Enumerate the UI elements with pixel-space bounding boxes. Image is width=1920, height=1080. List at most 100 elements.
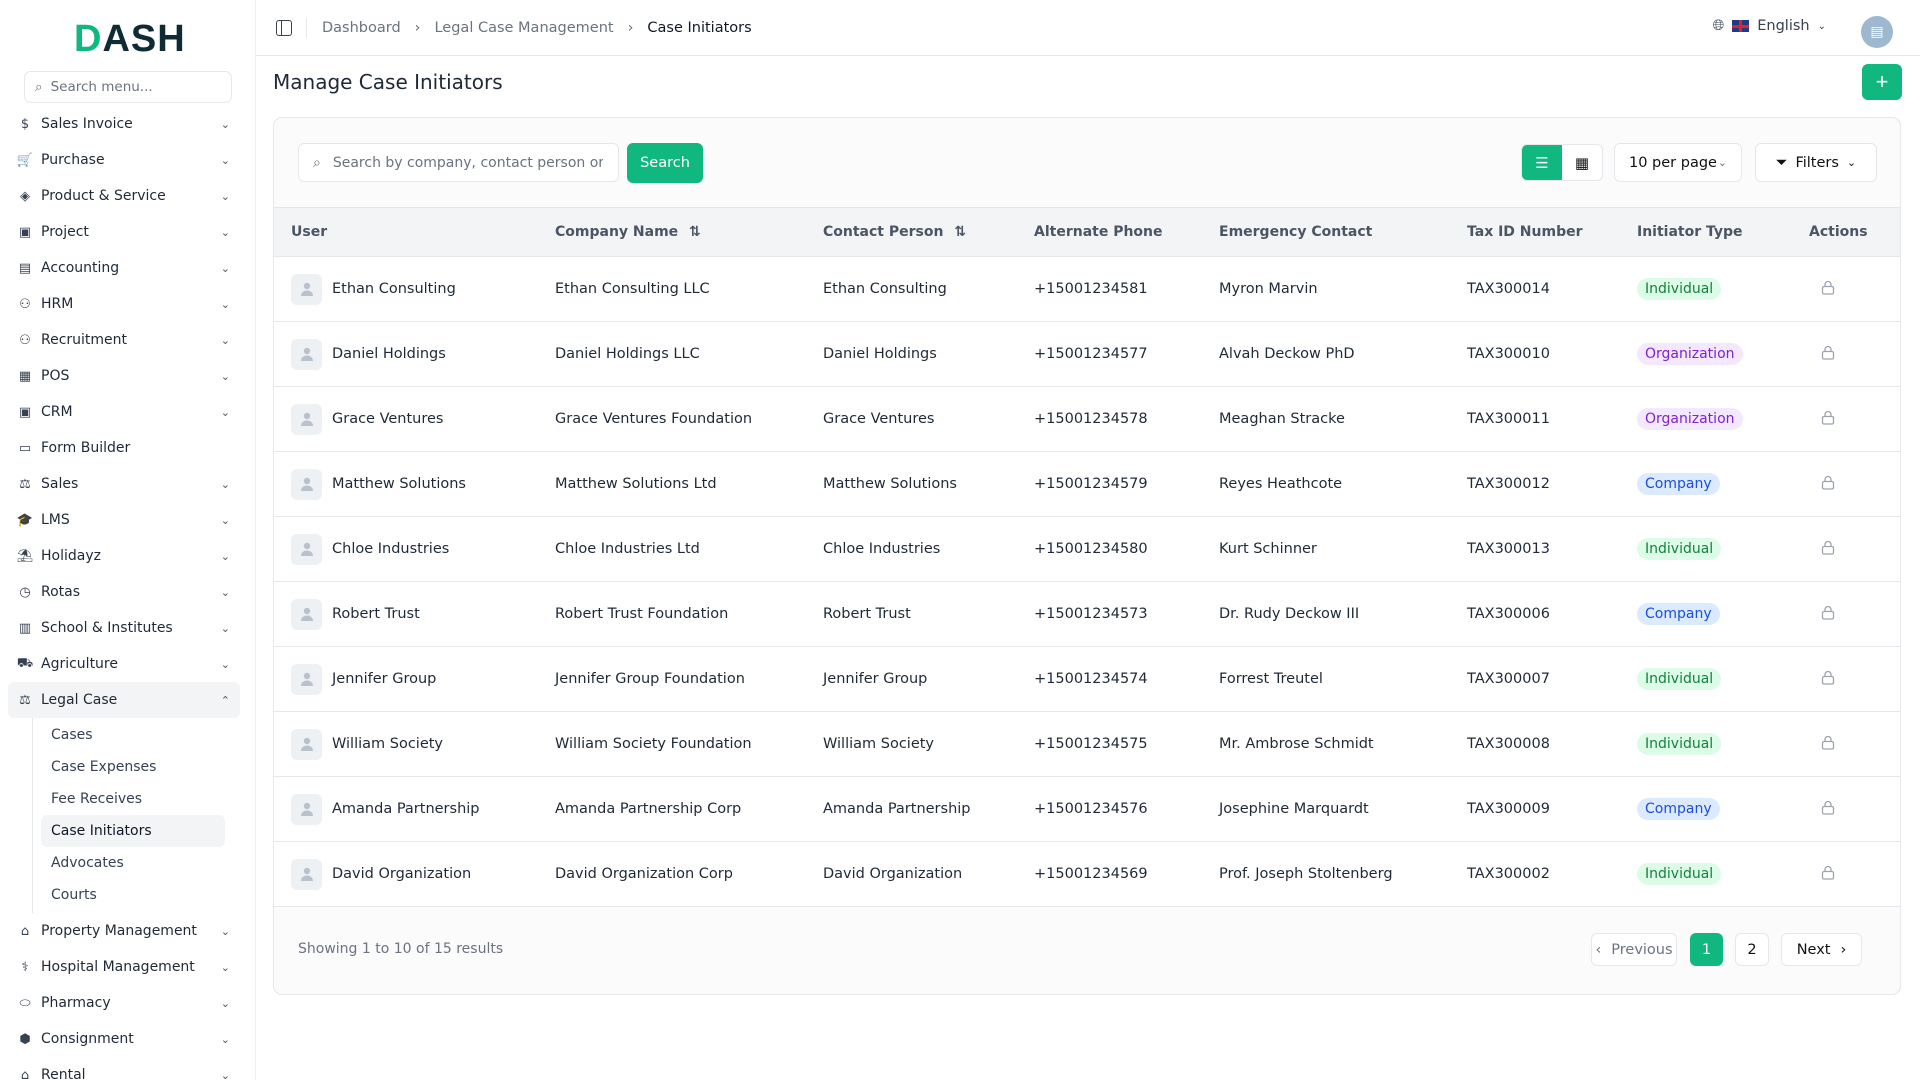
previous-page-button[interactable]: ‹ Previous	[1591, 933, 1677, 966]
lock-icon[interactable]	[1821, 605, 1835, 624]
sidebar-item-project[interactable]: ▣ Project ⌄	[8, 214, 240, 250]
chevron-down-icon: ⌄	[220, 924, 230, 938]
tax-id-cell: TAX300009	[1467, 801, 1550, 817]
sidebar-item-school-institutes[interactable]: ▥ School & Institutes ⌄	[8, 610, 240, 646]
grid-view-icon[interactable]: ▦	[1562, 145, 1602, 180]
search-button[interactable]: Search	[627, 143, 703, 183]
menu-search-placeholder: Search menu...	[50, 79, 153, 95]
user-info: Jennifer Group	[291, 663, 555, 695]
page-1-button[interactable]: 1	[1690, 933, 1723, 966]
lock-icon[interactable]	[1821, 410, 1835, 429]
sidebar-item-product-service[interactable]: ◈ Product & Service ⌄	[8, 178, 240, 214]
user-avatar-icon	[291, 598, 322, 630]
breadcrumb-legal-case-management[interactable]: Legal Case Management	[434, 20, 613, 36]
sidebar-item-crm[interactable]: ▣ CRM ⌄	[8, 394, 240, 430]
submenu-item-cases[interactable]: Cases	[41, 719, 225, 751]
sidebar-item-form-builder[interactable]: ▭ Form Builder	[8, 430, 240, 466]
lock-icon[interactable]	[1821, 865, 1835, 884]
alternate-phone-cell: +15001234569	[1034, 866, 1148, 882]
column-header-contact-person[interactable]: Contact Person ⇅	[823, 208, 1034, 257]
dash-logo[interactable]: DASH	[74, 18, 186, 61]
table-search-input[interactable]	[332, 154, 603, 171]
sales-icon: ⚖	[19, 476, 31, 492]
sidebar-item-accounting[interactable]: ▤ Accounting ⌄	[8, 250, 240, 286]
sidebar-item-pharmacy[interactable]: ⬭ Pharmacy ⌄	[8, 985, 240, 1021]
sidebar-item-hospital-management[interactable]: ⚕ Hospital Management ⌄	[8, 949, 240, 985]
sidebar-item-sales-invoice[interactable]: $ Sales Invoice ⌄	[8, 106, 240, 142]
sidebar-item-label: Property Management	[41, 923, 197, 939]
stethoscope-icon: ⚕	[21, 959, 29, 975]
per-page-select[interactable]: 10 per page ⌄	[1614, 143, 1742, 182]
sidebar-item-holidayz[interactable]: ⛱ Holidayz ⌄	[8, 538, 240, 574]
filters-button[interactable]: ⏷ Filters ⌄	[1755, 143, 1877, 182]
emergency-contact-cell: Myron Marvin	[1219, 281, 1318, 297]
emergency-contact-cell: Dr. Rudy Deckow III	[1219, 606, 1360, 622]
alternate-phone-cell: +15001234577	[1034, 346, 1148, 362]
tax-id-cell: TAX300006	[1467, 606, 1550, 622]
initiator-type-cell: Individual	[1637, 647, 1809, 712]
add-initiator-button[interactable]: +	[1862, 64, 1902, 100]
chevron-down-icon: ⌄	[220, 477, 230, 491]
contact-person-cell: William Society	[823, 736, 935, 752]
sidebar-item-rotas[interactable]: ◷ Rotas ⌄	[8, 574, 240, 610]
sidebar-item-pos[interactable]: ▦ POS ⌄	[8, 358, 240, 394]
alternate-phone-cell: +15001234573	[1034, 606, 1148, 622]
sidebar-item-lms[interactable]: 🎓 LMS ⌄	[8, 502, 240, 538]
company-name-cell: David Organization Corp	[555, 866, 733, 882]
sidebar-item-consignment[interactable]: ⬢ Consignment ⌄	[8, 1021, 240, 1057]
table-search-field: ⌕	[298, 143, 619, 182]
column-header-label: Tax ID Number	[1467, 224, 1583, 240]
submenu-item-courts[interactable]: Courts	[41, 879, 225, 911]
user-plus-icon: ⚇	[19, 332, 31, 348]
table-row: David Organization David Organization Cor…	[274, 842, 1900, 907]
sidebar-item-hrm[interactable]: ⚇ HRM ⌄	[8, 286, 240, 322]
lock-icon[interactable]	[1821, 345, 1835, 364]
initiator-type-cell: Organization	[1637, 322, 1809, 387]
sidebar-item-agriculture[interactable]: ⛟ Agriculture ⌄	[8, 646, 240, 682]
lock-icon[interactable]	[1821, 670, 1835, 689]
sidebar-item-recruitment[interactable]: ⚇ Recruitment ⌄	[8, 322, 240, 358]
topbar: Dashboard › Legal Case Management › Case…	[256, 0, 1920, 56]
page-2-button[interactable]: 2	[1735, 933, 1769, 966]
lock-icon[interactable]	[1821, 800, 1835, 819]
company-name-cell: Robert Trust Foundation	[555, 606, 729, 622]
cart-icon: 🛒	[16, 152, 34, 168]
chevron-down-icon: ⌄	[220, 1032, 230, 1046]
user-avatar[interactable]: ▤	[1861, 16, 1893, 48]
lock-icon[interactable]	[1821, 540, 1835, 559]
menu-search-input[interactable]: ⌕ Search menu...	[24, 71, 232, 103]
user-name: William Society	[332, 736, 444, 752]
user-info: Matthew Solutions	[291, 468, 555, 500]
search-icon: ⌕	[313, 154, 321, 171]
submenu-item-case-initiators[interactable]: Case Initiators	[41, 815, 225, 847]
sort-icon[interactable]: ⇅	[949, 224, 966, 240]
breadcrumb-dashboard[interactable]: Dashboard	[322, 20, 401, 36]
user-cell: Grace Ventures	[274, 387, 555, 452]
sidebar-item-sales[interactable]: ⚖ Sales ⌄	[8, 466, 240, 502]
user-avatar-icon	[291, 728, 322, 760]
submenu-item-fee-receives[interactable]: Fee Receives	[41, 783, 225, 815]
column-header-company-name[interactable]: Company Name ⇅	[555, 208, 823, 257]
lock-icon[interactable]	[1821, 735, 1835, 754]
list-view-icon[interactable]: ☰	[1522, 145, 1562, 180]
sidebar-item-rental[interactable]: ⌂ Rental ⌄	[8, 1057, 240, 1080]
submenu-item-case-expenses[interactable]: Case Expenses	[41, 751, 225, 783]
breadcrumb: Dashboard › Legal Case Management › Case…	[322, 20, 752, 36]
language-selector[interactable]: 🌐︎ English ⌄	[1713, 18, 1826, 34]
view-toggle: ☰ ▦	[1521, 144, 1603, 181]
sidebar-item-label: Consignment	[41, 1031, 134, 1047]
initiator-type-badge: Individual	[1637, 733, 1722, 755]
next-page-button[interactable]: Next ›	[1781, 933, 1862, 966]
company-name-cell: Chloe Industries Ltd	[555, 541, 700, 557]
submenu-item-advocates[interactable]: Advocates	[41, 847, 225, 879]
initiators-table: User Company Name ⇅ Contact Person ⇅ Altern…	[274, 207, 1900, 907]
lock-icon[interactable]	[1821, 280, 1835, 299]
sort-icon[interactable]: ⇅	[684, 224, 701, 240]
user-info: David Organization	[291, 858, 555, 890]
sidebar-item-legal-case[interactable]: ⚖ Legal Case ⌃	[8, 682, 240, 718]
lock-icon[interactable]	[1821, 475, 1835, 494]
sidebar-item-label: Accounting	[41, 260, 120, 276]
sidebar-item-purchase[interactable]: 🛒 Purchase ⌄	[8, 142, 240, 178]
sidebar-toggle-icon[interactable]	[276, 20, 292, 36]
sidebar-item-property-management[interactable]: ⌂ Property Management ⌄	[8, 913, 240, 949]
